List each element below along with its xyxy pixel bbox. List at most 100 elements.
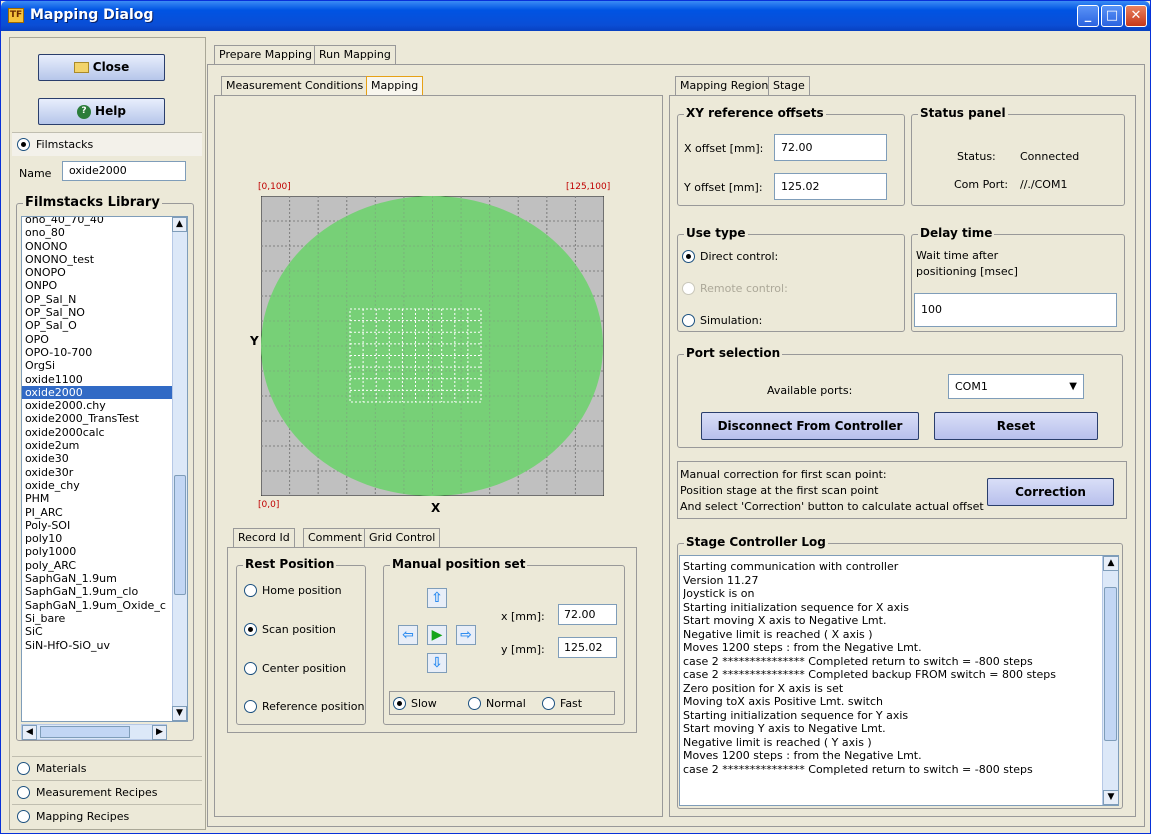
wafer-map[interactable] [261,196,604,496]
measurement-recipes-section[interactable]: Measurement Recipes [12,780,202,804]
speed-option-label: Slow [411,697,437,710]
tab-run-mapping[interactable]: Run Mapping [314,45,396,64]
scroll-up-icon[interactable]: ▲ [172,217,187,232]
list-item[interactable]: poly10 [22,532,172,545]
list-item[interactable]: Poly-SOI [22,519,172,532]
y-offset-field[interactable]: 125.02 [774,173,887,200]
list-item[interactable]: ONONO_test [22,253,172,266]
library-hscrollbar[interactable]: ◀ ▶ [21,724,167,740]
materials-radio[interactable] [17,762,30,775]
delay-time-field[interactable]: 100 [914,293,1117,327]
minimize-button[interactable]: _ [1077,5,1099,27]
list-item[interactable]: OP_Sal_NO [22,306,172,319]
list-item[interactable]: oxide2000_TransTest [22,412,172,425]
filmstacks-section-header[interactable]: Filmstacks [12,132,202,156]
list-item[interactable]: SiN-HfO-SiO_uv [22,639,172,652]
tab-measurement-conditions[interactable]: Measurement Conditions [221,76,369,95]
list-item[interactable]: poly1000 [22,545,172,558]
list-item[interactable]: OP_Sal_O [22,319,172,332]
log-scroll-up-icon[interactable]: ▲ [1103,556,1118,571]
scroll-down-icon[interactable]: ▼ [172,706,187,721]
name-field[interactable]: oxide2000 [62,161,186,181]
list-item[interactable]: SaphGaN_1.9um_clo [22,585,172,598]
arrow-left-icon[interactable]: ⇦ [398,625,418,645]
list-item[interactable]: SaphGaN_1.9um_Oxide_c [22,599,172,612]
list-item[interactable]: ONPO [22,279,172,292]
speed-radio-2[interactable] [542,697,555,710]
close-button[interactable]: Close [38,54,165,81]
library-scrollbar[interactable] [172,217,187,721]
correction-button[interactable]: Correction [987,478,1114,506]
tab-stage[interactable]: Stage [768,76,810,95]
list-item[interactable]: Si_bare [22,612,172,625]
manual-x-field[interactable]: 72.00 [558,604,617,625]
use-type-radio-0[interactable] [682,250,695,263]
list-item[interactable]: ono_80 [22,226,172,239]
close-window-button[interactable]: ✕ [1125,5,1147,27]
help-button[interactable]: ? Help [38,98,165,125]
list-item[interactable]: OPO [22,333,172,346]
list-item[interactable]: oxide2000 [22,385,172,400]
list-item[interactable]: oxide_chy [22,479,172,492]
list-item[interactable]: OP_Sal_N [22,293,172,306]
mapping-recipes-radio[interactable] [17,810,30,823]
list-item[interactable]: OPO-10-700 [22,346,172,359]
arrow-right-icon[interactable]: ⇨ [456,625,476,645]
list-item[interactable]: oxide30r [22,466,172,479]
reset-button[interactable]: Reset [934,412,1098,440]
play-center-icon[interactable]: ▶ [427,625,447,645]
list-item[interactable]: ono_40_70_40 [22,217,172,226]
status-panel-title: Status panel [918,106,1008,120]
materials-section[interactable]: Materials [12,756,202,780]
mapping-recipes-section[interactable]: Mapping Recipes [12,804,202,828]
library-hscroll-thumb[interactable] [40,726,130,738]
filmstacks-list[interactable]: ono_40_70_40 ono_80 ONONO ONONO_test ONOPO ON… [21,216,188,722]
maximize-button[interactable]: □ [1101,5,1123,27]
list-item[interactable]: ONONO [22,240,172,253]
library-scroll-thumb[interactable] [174,475,186,595]
use-type-radio-2[interactable] [682,314,695,327]
arrow-down-icon[interactable]: ⇩ [427,653,447,673]
stage-log[interactable]: Starting communication with controller Ve… [679,555,1119,806]
disconnect-button[interactable]: Disconnect From Controller [701,412,919,440]
rest-position-radio-1[interactable] [244,623,257,636]
measurement-recipes-radio[interactable] [17,786,30,799]
log-scroll-thumb[interactable] [1104,587,1117,741]
rest-position-radio-2[interactable] [244,662,257,675]
tab-mapping[interactable]: Mapping [366,76,424,95]
list-item[interactable]: poly_ARC [22,559,172,572]
port-select[interactable]: COM1 ▼ [948,374,1084,399]
list-item[interactable]: oxide2000calc [22,426,172,439]
list-item[interactable]: oxide2000.chy [22,399,172,412]
list-item[interactable]: PHM [22,492,172,505]
delay-desc-line1: Wait time after [916,249,999,262]
list-item[interactable]: PI_ARC [22,506,172,519]
materials-label: Materials [36,762,87,775]
tab-grid-control[interactable]: Grid Control [364,528,441,547]
tab-mapping-region[interactable]: Mapping Region [675,76,774,95]
log-scroll-down-icon[interactable]: ▼ [1103,790,1118,805]
tab-prepare-mapping[interactable]: Prepare Mapping [214,45,317,64]
scroll-right-icon[interactable]: ▶ [152,725,167,740]
correction-line1: Manual correction for first scan point: [680,468,887,481]
map-x-label: X [431,501,441,515]
title-bar[interactable]: TF Mapping Dialog _ □ ✕ [1,1,1150,31]
list-item[interactable]: oxide30 [22,452,172,465]
list-item[interactable]: oxide1100 [22,373,172,386]
list-item[interactable]: OrgSi [22,359,172,372]
speed-radio-0[interactable] [393,697,406,710]
list-item[interactable]: SaphGaN_1.9um [22,572,172,585]
speed-radio-1[interactable] [468,697,481,710]
rest-position-radio-0[interactable] [244,584,257,597]
x-offset-field[interactable]: 72.00 [774,134,887,161]
list-item[interactable]: ONOPO [22,266,172,279]
list-item[interactable]: oxide2um [22,439,172,452]
filmstacks-radio[interactable] [17,138,30,151]
list-item[interactable]: SiC [22,625,172,638]
rest-position-radio-3[interactable] [244,700,257,713]
manual-y-field[interactable]: 125.02 [558,637,617,658]
arrow-up-icon[interactable]: ⇧ [427,588,447,608]
tab-comment[interactable]: Comment [303,528,367,547]
scroll-left-icon[interactable]: ◀ [22,725,37,740]
tab-record-id[interactable]: Record Id [233,528,295,547]
